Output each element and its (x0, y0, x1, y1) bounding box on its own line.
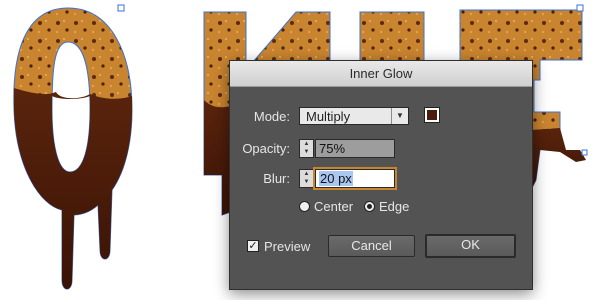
preview-checkbox[interactable]: ✓ (247, 240, 259, 252)
opacity-input[interactable]: 75% (315, 139, 395, 158)
center-radio[interactable] (299, 201, 310, 212)
glow-color-fill (427, 110, 437, 120)
glow-color-swatch[interactable] (424, 107, 440, 123)
letter-i-artwork (359, 11, 425, 63)
letter-o-artwork (13, 7, 133, 290)
blur-stepper[interactable]: ▲ ▼ (299, 169, 314, 188)
preview-label: Preview (264, 239, 311, 254)
ok-button[interactable]: OK (425, 234, 516, 258)
opacity-stepper[interactable]: ▲ ▼ (299, 139, 314, 158)
blur-value: 20 px (319, 171, 353, 186)
cancel-button[interactable]: Cancel (328, 235, 415, 257)
blur-input[interactable]: 20 px (313, 167, 397, 190)
opacity-label: Opacity: (242, 141, 290, 156)
center-label: Center (314, 199, 354, 214)
dialog-title[interactable]: Inner Glow (230, 61, 532, 87)
edge-radio[interactable] (364, 201, 375, 212)
inner-glow-dialog: Inner Glow Mode: Multiply ▼ Opacity: ▲ ▼ … (229, 60, 533, 290)
mode-dropdown[interactable]: Multiply ▼ (299, 107, 409, 125)
mode-label: Mode: (253, 109, 290, 124)
blur-label: Blur: (263, 171, 290, 186)
mode-value: Multiply (306, 109, 351, 124)
edge-label: Edge (379, 199, 410, 214)
chevron-down-icon: ▼ (391, 108, 408, 124)
